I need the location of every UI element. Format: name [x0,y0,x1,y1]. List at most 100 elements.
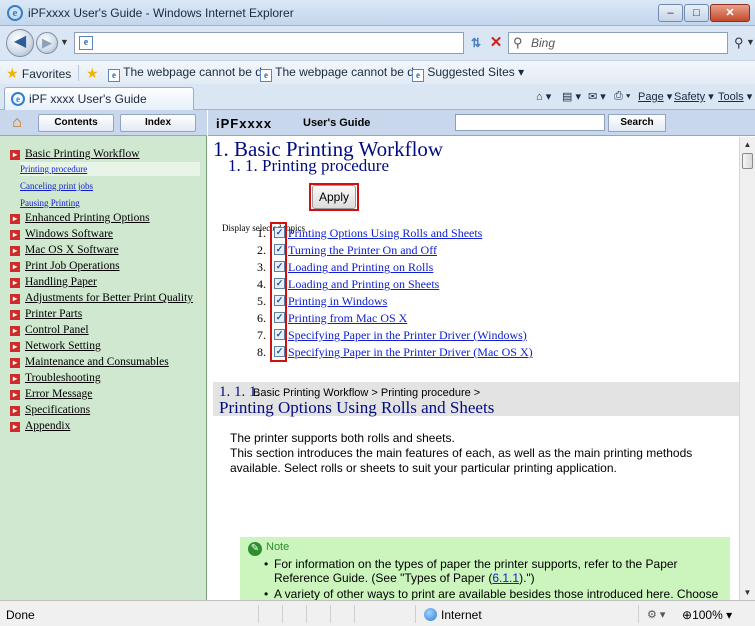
refresh-icon[interactable]: ⇅ [466,33,486,53]
section-title: Printing Options Using Rolls and Sheets [219,398,495,417]
favorite-link-1[interactable]: e The webpage cannot be d... [108,65,272,82]
reference-link[interactable]: 6.1.1 [492,571,519,585]
tree-item[interactable]: ▸ Specifications [10,404,90,416]
expand-icon: ▸ [10,262,20,272]
expand-icon: ▸ [10,214,20,224]
forward-button[interactable]: ▶ [36,32,58,54]
tree-subitem[interactable]: Canceling print jobs [20,179,200,193]
tree-item[interactable]: ▸ Basic Printing Workflow [10,148,140,160]
section-header: 1. 1. 1. Basic Printing Workflow > Print… [213,382,739,417]
guide-search-button[interactable]: Search [608,114,666,132]
address-toolbar: ◀ ▶ ▼ e ⇅ ✕ ⚲ Bing ⚲ ▼ [0,26,755,60]
tree-item[interactable]: ▸ Printer Parts [10,308,82,320]
tab-active[interactable]: e iPF xxxx User's Guide [4,87,194,110]
paragraph: This section introduces the main feature… [230,446,693,475]
divider [282,605,283,623]
security-zone: Internet [441,608,482,622]
topic-link[interactable]: Printing from Mac OS X [288,310,407,326]
tree-item[interactable]: ▸ Network Setting [10,340,101,352]
address-input[interactable]: e [74,32,464,54]
expand-icon: ▸ [10,422,20,432]
divider [258,605,259,623]
expand-icon: ▸ [10,390,20,400]
status-text: Done [6,608,35,622]
topic-link[interactable]: Printing in Windows [288,293,387,309]
expand-icon: ▸ [10,310,20,320]
guide-title: User's Guide [303,117,371,129]
note-item: • For information on the types of paper t… [264,557,678,585]
protected-mode-icon[interactable]: ⚙ ▾ [647,608,665,621]
search-options-dropdown-icon[interactable]: ▼ [746,37,755,47]
recent-pages-dropdown-icon[interactable]: ▼ [60,37,69,47]
page-menu[interactable]: Page ▾ [638,90,672,103]
highlight-box [270,222,287,362]
page-icon: e [412,69,424,82]
topic-link[interactable]: Loading and Printing on Rolls [288,259,433,275]
tree-item[interactable]: ▸ Enhanced Printing Options [10,212,150,224]
expand-icon: ▸ [10,230,20,240]
tree-subitem[interactable]: Printing procedure [20,162,200,176]
tree-item[interactable]: ▸ Control Panel [10,324,89,336]
tree-item[interactable]: ▸ Print Job Operations [10,260,120,272]
note-pencil-icon: ✎ [248,542,262,556]
mail-icon[interactable]: ✉ ▾ [588,90,606,103]
scroll-thumb[interactable] [742,153,753,169]
topic-link[interactable]: Loading and Printing on Sheets [288,276,439,292]
expand-icon: ▸ [10,246,20,256]
scroll-up-icon[interactable]: ▲ [740,137,755,152]
topic-link[interactable]: Printing Options Using Rolls and Sheets [288,225,482,241]
scroll-down-icon[interactable]: ▼ [740,585,755,600]
page-subtitle: 1. 1. Printing procedure [228,156,389,175]
add-to-favorites-icon[interactable]: ★ [86,65,99,82]
divider [354,605,355,623]
main-content: 1. Basic Printing Workflow 1. 1. Printin… [208,137,739,600]
stop-icon[interactable]: ✕ [486,33,506,53]
search-input[interactable]: ⚲ Bing [508,32,728,54]
page-icon: e [79,36,93,50]
safety-menu[interactable]: Safety ▾ [674,90,714,103]
back-button[interactable]: ◀ [6,29,34,57]
status-bar: Done Internet ⚙ ▾ ⊕100% ▾ [0,600,755,626]
tools-menu[interactable]: Tools ▾ [718,90,752,103]
tree-item[interactable]: ▸ Adjustments for Better Print Quality [10,292,193,304]
tree-item[interactable]: ▸ Windows Software [10,228,113,240]
topic-link[interactable]: Turning the Printer On and Off [288,242,437,258]
tab-index[interactable]: Index [120,114,196,132]
expand-icon: ▸ [10,326,20,336]
tree-item[interactable]: ▸ Handling Paper [10,276,97,288]
tab-contents[interactable]: Contents [38,114,114,132]
tree-subitem[interactable]: Pausing Printing [20,196,200,210]
expand-icon: ▸ [10,278,20,288]
tree-item[interactable]: ▸ Troubleshooting [10,372,101,384]
tree-item[interactable]: ▸ Appendix [10,420,70,432]
tree-item[interactable]: ▸ Error Message [10,388,92,400]
search-provider-icon: ⚲ [513,35,523,50]
topic-link[interactable]: Specifying Paper in the Printer Driver (… [288,344,533,360]
vertical-scrollbar[interactable]: ▲ ▼ [739,137,755,600]
minimize-button[interactable]: – [658,4,683,22]
zoom-control[interactable]: ⊕100% ▾ [682,608,732,622]
divider [330,605,331,623]
section-body: The printer supports both rolls and shee… [230,431,735,476]
home-icon[interactable]: ⌂ ▾ [536,90,551,103]
expand-icon: ▸ [10,342,20,352]
tree-item[interactable]: ▸ Mac OS X Software [10,244,119,256]
topic-link[interactable]: Specifying Paper in the Printer Driver (… [288,327,527,343]
maximize-button[interactable]: □ [684,4,709,22]
favorite-link-2[interactable]: e The webpage cannot be d... [260,65,424,82]
print-icon[interactable]: ⎙ ▾ [614,90,630,103]
guide-header: iPFxxxx User's Guide Search [208,110,755,136]
favorite-link-suggested-sites[interactable]: e Suggested Sites ▾ [412,65,524,82]
search-icon[interactable]: ⚲ [734,35,744,51]
home-icon[interactable]: ⌂ [8,114,26,132]
highlight-box [309,183,359,211]
favorites-button[interactable]: ★ Favorites [6,65,71,82]
globe-icon [424,608,437,621]
ie-logo-icon: e [7,5,23,21]
tree-item[interactable]: ▸ Maintenance and Consumables [10,356,169,368]
feeds-icon[interactable]: ▤ ▾ [562,90,581,103]
expand-icon: ▸ [10,294,20,304]
expand-icon: ▸ [10,358,20,368]
close-button[interactable]: ✕ [710,4,750,22]
guide-search-input[interactable] [455,114,605,131]
